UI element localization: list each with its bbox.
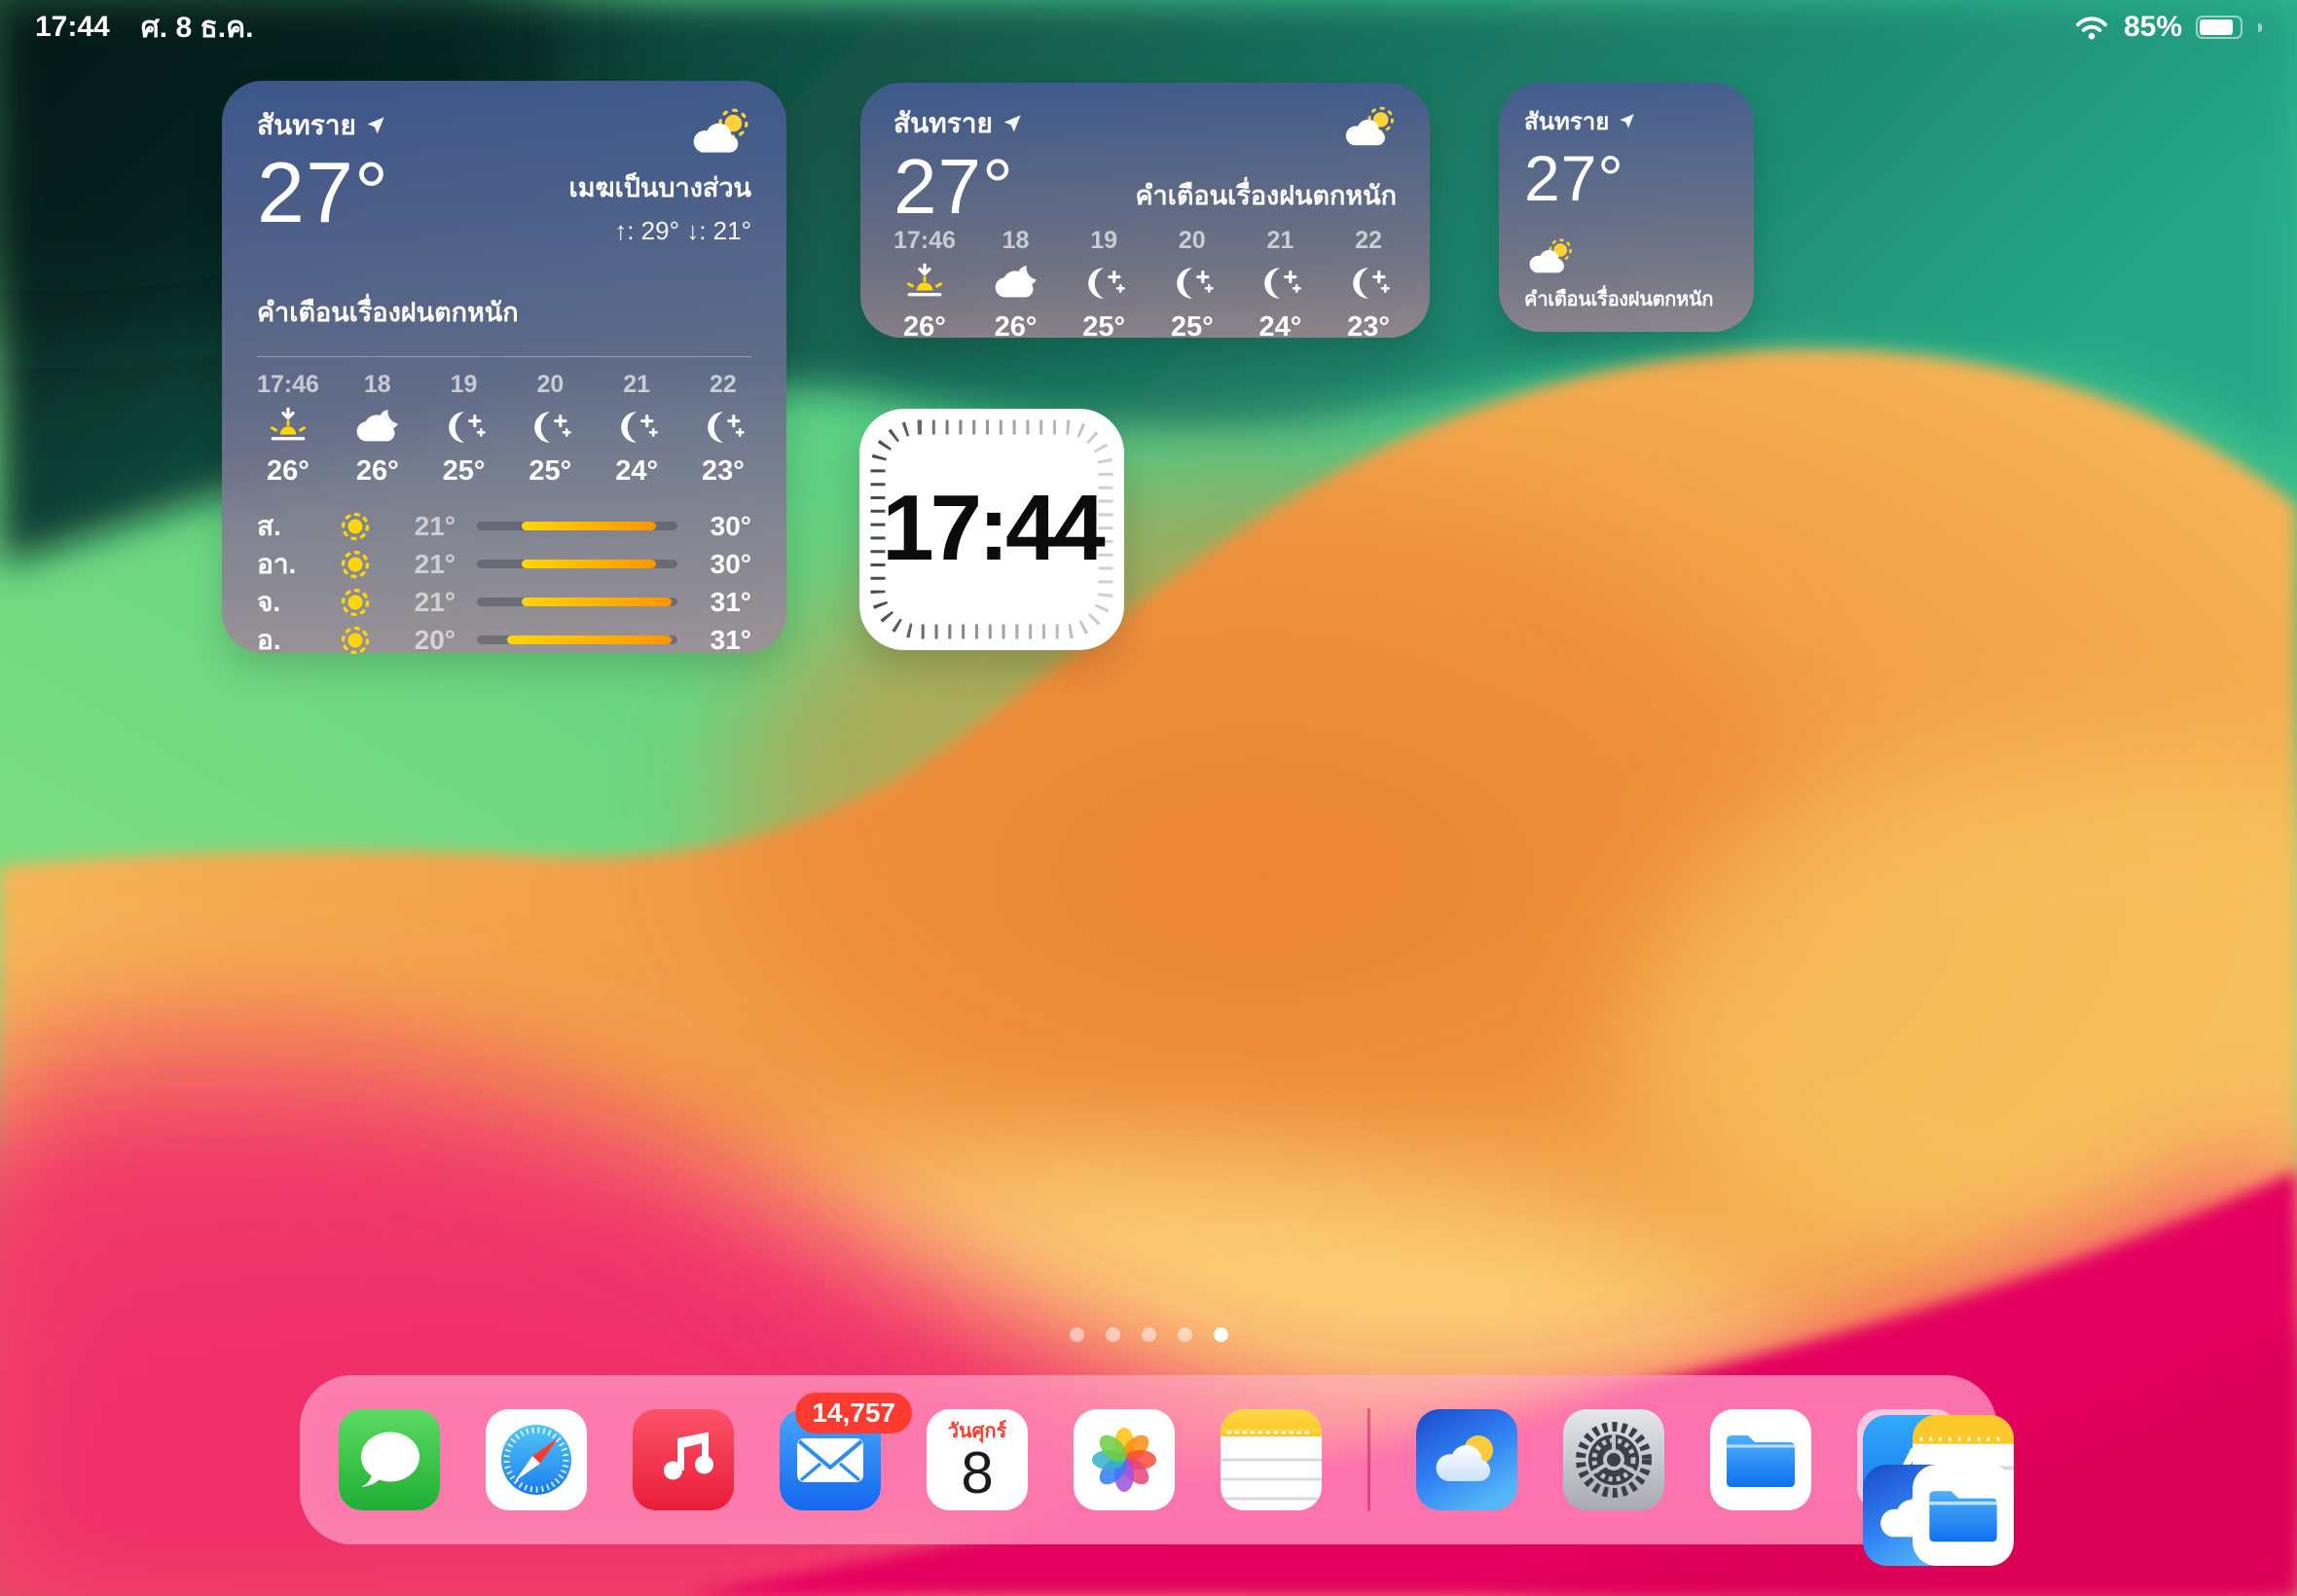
temp-range-bar <box>477 635 677 644</box>
weather-alert: คำเตือนเรื่องฝนตกหนัก <box>1135 174 1397 216</box>
settings-app-icon[interactable] <box>1563 1409 1664 1510</box>
sun-icon <box>339 548 372 581</box>
music-app-icon[interactable] <box>633 1409 734 1510</box>
location-label: สันทราย <box>1524 102 1609 140</box>
mail-badge: 14,757 <box>795 1393 912 1433</box>
page-dot[interactable] <box>1070 1327 1084 1342</box>
page-dot[interactable] <box>1142 1327 1156 1342</box>
files-app-icon[interactable] <box>1710 1409 1811 1510</box>
partly-cloudy-icon <box>1340 106 1397 151</box>
current-temp: 27° <box>257 149 389 236</box>
daily-row: จ. 21° 31° <box>257 583 751 621</box>
calendar-app-icon[interactable]: วันศุกร์ 8 <box>927 1409 1028 1510</box>
battery-percent: 85% <box>2124 11 2182 44</box>
sun-icon <box>339 624 372 657</box>
weather-widget-medium[interactable]: สันทราย 27° คำเตือนเรื่องฝนตกหนัก 17:46 … <box>860 83 1430 338</box>
moon-stars-icon <box>1081 263 1126 304</box>
hourly-item: 19 25° <box>436 371 492 488</box>
notes-app-icon[interactable] <box>1221 1409 1322 1510</box>
moon-stars-icon <box>701 407 746 448</box>
cloud-moon-icon <box>994 263 1039 304</box>
hourly-forecast: 17:46 26° 18 26° 19 25° 20 25° 21 24° 22… <box>893 227 1397 344</box>
location-arrow-icon <box>366 116 385 135</box>
safari-app-icon[interactable] <box>486 1409 587 1510</box>
hourly-item: 21 24° <box>608 371 665 488</box>
temp-range-bar <box>477 598 677 606</box>
weather-widget-small[interactable]: สันทราย 27° คำเตือนเรื่องฝนตกหนัก <box>1499 83 1754 332</box>
moon-stars-icon <box>1170 263 1215 304</box>
moon-stars-icon <box>1258 263 1302 304</box>
hourly-item: 18 26° <box>349 371 406 488</box>
wifi-icon <box>2073 14 2110 41</box>
sun-icon <box>339 586 372 619</box>
page-dot-active[interactable] <box>1214 1327 1228 1342</box>
partly-cloudy-icon <box>687 108 751 159</box>
status-time: 17:44 <box>35 11 110 44</box>
hourly-item: 22 23° <box>695 371 751 488</box>
hourly-item: 20 25° <box>1164 227 1221 344</box>
current-temp: 27° <box>893 147 1022 227</box>
daily-row: ส. 21° 30° <box>257 507 751 545</box>
messages-app-icon[interactable] <box>339 1409 440 1510</box>
weather-alert: คำเตือนเรื่องฝนตกหนัก <box>257 291 751 333</box>
files-mini-icon <box>1913 1465 2014 1566</box>
calendar-weekday: วันศุกร์ <box>948 1422 1006 1441</box>
weather-app-icon[interactable] <box>1416 1409 1517 1510</box>
moon-stars-icon <box>1346 263 1391 304</box>
sun-icon <box>339 510 372 543</box>
location-label: สันทราย <box>257 104 356 147</box>
clock-time: 17:44 <box>882 475 1102 582</box>
moon-stars-icon <box>614 407 659 448</box>
sunset-icon <box>266 407 310 448</box>
hourly-item: 17:46 26° <box>893 227 956 344</box>
photos-app-icon[interactable] <box>1074 1409 1175 1510</box>
moon-stars-icon <box>442 407 487 448</box>
daily-row: อา. 21° 30° <box>257 545 751 583</box>
clock-widget[interactable]: 17:44 <box>859 409 1124 650</box>
mail-app-icon[interactable]: 14,757 <box>780 1409 881 1510</box>
hourly-item: 21 24° <box>1252 227 1308 344</box>
page-dot[interactable] <box>1106 1327 1120 1342</box>
hourly-item: 17:46 26° <box>257 371 319 488</box>
hourly-item: 20 25° <box>522 371 578 488</box>
temp-range-bar <box>477 560 677 568</box>
status-bar: 17:44 ศ. 8 ธ.ค. 85% <box>0 0 2297 47</box>
battery-nub <box>2258 23 2262 32</box>
location-label: สันทราย <box>893 102 993 145</box>
temp-range-bar <box>477 522 677 530</box>
battery-icon <box>2196 16 2242 39</box>
dock-divider <box>1367 1408 1370 1511</box>
location-arrow-icon <box>1619 113 1635 129</box>
weather-widget-large[interactable]: สันทราย 27° เมฆเป็นบางส่วน ↑: 29° ↓: 21°… <box>222 81 786 653</box>
daily-row: อ. 20° 31° <box>257 621 751 659</box>
current-temp: 27° <box>1524 146 1729 211</box>
divider <box>257 356 751 357</box>
calendar-day: 8 <box>961 1444 993 1503</box>
cloud-moon-icon <box>355 407 400 448</box>
daily-forecast: ส. 21° 30° อา. 21° 30° จ. 21° 31° อ. 20°… <box>257 507 751 659</box>
hourly-item: 22 23° <box>1340 227 1397 344</box>
weather-alert: คำเตือนเรื่องฝนตกหนัก <box>1524 283 1729 314</box>
condition-label: เมฆเป็นบางส่วน <box>569 166 751 208</box>
app-library-icon[interactable] <box>1857 1409 1958 1510</box>
page-dot[interactable] <box>1178 1327 1192 1342</box>
moon-stars-icon <box>528 407 572 448</box>
status-date: ศ. 8 ธ.ค. <box>141 5 254 51</box>
high-low-label: ↑: 29° ↓: 21° <box>614 216 751 246</box>
page-dots[interactable] <box>0 1327 2297 1342</box>
dock: 14,757 วันศุกร์ 8 <box>300 1375 1997 1544</box>
hourly-item: 18 26° <box>988 227 1044 344</box>
partly-cloudy-icon <box>1524 238 1575 277</box>
hourly-forecast: 17:46 26° 18 26° 19 25° 20 25° 21 24° 22… <box>257 371 751 488</box>
location-arrow-icon <box>1003 114 1022 133</box>
sunset-icon <box>902 263 947 304</box>
hourly-item: 19 25° <box>1076 227 1132 344</box>
